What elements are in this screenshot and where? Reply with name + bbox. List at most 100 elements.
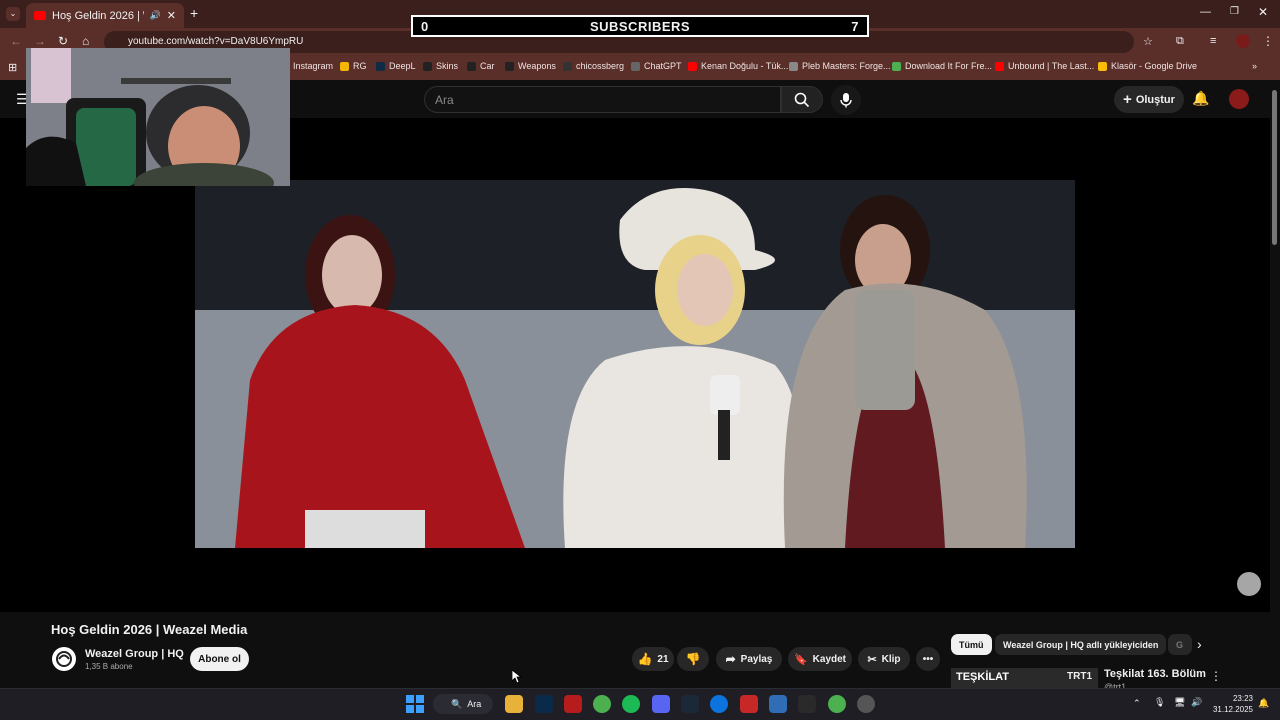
bookmark-label: ChatGPT — [644, 61, 682, 71]
like-button[interactable]: 👍 21 — [632, 647, 674, 671]
subscriber-right-count: 7 — [851, 18, 859, 34]
recommended-menu-icon[interactable]: ⋮ — [1210, 669, 1222, 683]
home-icon[interactable]: ⌂ — [82, 34, 89, 48]
tab-close-icon[interactable]: ✕ — [167, 9, 176, 22]
search-placeholder: Ara — [435, 93, 454, 107]
clip-button[interactable]: ✂ Klip — [858, 647, 910, 671]
taskbar-search[interactable]: 🔍 Ara — [433, 694, 493, 714]
page-scrollbar[interactable] — [1272, 90, 1277, 245]
subscribe-button[interactable]: Abone ol — [190, 647, 249, 671]
bookmark-item[interactable]: Unbound | The Last... — [995, 61, 1094, 71]
start-button[interactable] — [406, 695, 424, 713]
channel-watermark-icon[interactable] — [1237, 572, 1261, 596]
tab-title: Hoş Geldin 2026 | Weazel M — [52, 9, 144, 22]
channel-name[interactable]: Weazel Group | HQ — [85, 648, 184, 660]
bookmarks-overflow-icon[interactable]: » — [1252, 61, 1257, 71]
apps-grid-icon[interactable]: ⊞ — [8, 61, 17, 74]
bookmark-star-icon[interactable]: ☆ — [1143, 35, 1153, 48]
bookmark-item[interactable]: Skins — [423, 61, 458, 71]
file-explorer-icon[interactable] — [505, 695, 523, 713]
search-input[interactable]: Ara — [424, 86, 781, 113]
minimize-icon[interactable]: — — [1200, 6, 1211, 18]
share-button[interactable]: ➦ Paylaş — [716, 647, 782, 671]
app-blue-icon[interactable] — [769, 695, 787, 713]
tray-chevron-icon[interactable]: ⌃ — [1133, 698, 1141, 709]
menu-dots-icon[interactable]: ⋮ — [1262, 34, 1274, 48]
video-frame[interactable] — [195, 180, 1075, 548]
chrome-profile-icon[interactable] — [828, 695, 846, 713]
clock-time: 23:23 — [1232, 694, 1253, 703]
maximize-icon[interactable]: ❐ — [1230, 6, 1239, 17]
bookmark-item[interactable]: Kenan Doğulu - Tük... — [688, 61, 788, 71]
bookmark-item[interactable]: ChatGPT — [631, 61, 682, 71]
youtube-favicon-icon — [34, 11, 46, 20]
obs-icon[interactable] — [857, 695, 875, 713]
bookmark-item[interactable]: Weapons — [505, 61, 556, 71]
forward-icon[interactable]: → — [34, 34, 46, 48]
spotify-icon[interactable] — [622, 695, 640, 713]
tray-mic-icon[interactable]: 🎙 — [1154, 697, 1165, 708]
taskbar-clock[interactable]: 23:23 31.12.2025 — [1205, 693, 1253, 715]
filezilla-icon[interactable] — [564, 695, 582, 713]
chips-next-icon[interactable]: › — [1197, 636, 1202, 652]
bookmark-item[interactable]: RG — [340, 61, 367, 71]
back-icon[interactable]: ← — [10, 34, 22, 48]
bookmark-item[interactable]: Klasör - Google Drive — [1098, 61, 1197, 71]
chrome-icon[interactable] — [593, 695, 611, 713]
app-red-icon[interactable] — [740, 695, 758, 713]
chip-all[interactable]: Tümü — [951, 634, 992, 655]
bookmark-item[interactable]: Download It For Fre... — [892, 61, 992, 71]
bookmark-label: Weapons — [518, 61, 556, 71]
bookmark-label: DeepL — [389, 61, 416, 71]
reload-icon[interactable]: ↻ — [58, 34, 68, 48]
tray-network-icon[interactable]: 🖥 — [1174, 697, 1185, 708]
dislike-button[interactable]: 👎 — [677, 647, 709, 671]
new-tab-icon[interactable]: + — [190, 5, 198, 21]
channel-subscriber-count: 1,35 B abone — [85, 662, 133, 671]
notification-center-icon[interactable]: 🔔 — [1258, 698, 1269, 709]
webcam-scene — [26, 48, 290, 186]
bookmark-item[interactable]: DeepL — [376, 61, 416, 71]
notifications-bell-icon[interactable]: 🔔 — [1192, 90, 1209, 107]
channel-avatar[interactable] — [52, 647, 76, 671]
edge-icon[interactable] — [710, 695, 728, 713]
chip-more[interactable]: G — [1168, 634, 1192, 655]
save-button[interactable]: 🔖 Kaydet — [788, 647, 852, 671]
subscriber-label: SUBSCRIBERS — [589, 18, 691, 34]
bookmark-item[interactable]: Pleb Masters: Forge... — [789, 61, 891, 71]
create-button[interactable]: + Oluştur — [1114, 86, 1184, 113]
video-scene — [195, 180, 1075, 548]
voice-search-button[interactable] — [831, 85, 861, 115]
photoshop-icon[interactable] — [535, 695, 553, 713]
bookmark-favicon-icon — [631, 61, 640, 71]
discord-icon[interactable] — [652, 695, 670, 713]
bookmark-favicon-icon — [892, 61, 901, 71]
active-tab[interactable]: Hoş Geldin 2026 | Weazel M 🔊 ✕ — [26, 3, 184, 28]
bookmark-icon: 🔖 — [793, 653, 808, 666]
chip-uploader[interactable]: Weazel Group | HQ adlı yükleyiciden — [995, 634, 1167, 655]
account-avatar[interactable] — [1229, 89, 1249, 109]
media-icon[interactable]: ≡ — [1210, 35, 1216, 47]
epic-games-icon[interactable] — [798, 695, 816, 713]
bookmark-item[interactable]: Car — [467, 61, 495, 71]
bookmark-item[interactable]: chicossberg — [563, 61, 624, 71]
window-close-icon[interactable]: ✕ — [1258, 5, 1268, 19]
more-actions-button[interactable]: ••• — [916, 647, 940, 671]
speaker-icon[interactable]: 🔊 — [150, 10, 161, 21]
steam-icon[interactable] — [681, 695, 699, 713]
bookmark-label: RG — [353, 61, 367, 71]
bookmark-favicon-icon — [340, 61, 349, 71]
recommended-thumbnail[interactable]: TEŞKİLAT TRT1 — [951, 668, 1098, 688]
tab-list-button[interactable]: ⌄ — [6, 7, 20, 21]
taskbar-search-label: Ara — [467, 699, 482, 709]
recommended-title[interactable]: Teşkilat 163. Bölüm — [1104, 668, 1206, 680]
profile-avatar[interactable] — [1236, 34, 1250, 48]
extensions-icon[interactable]: ⧉ — [1176, 35, 1184, 48]
search-button[interactable] — [781, 86, 823, 113]
bookmark-label: Unbound | The Last... — [1008, 61, 1095, 71]
tray-volume-icon[interactable]: 🔊 — [1191, 697, 1202, 708]
search-icon — [794, 92, 810, 107]
save-label: Kaydet — [812, 653, 847, 665]
bookmark-label: Pleb Masters: Forge... — [802, 61, 891, 71]
create-label: Oluştur — [1135, 93, 1175, 106]
